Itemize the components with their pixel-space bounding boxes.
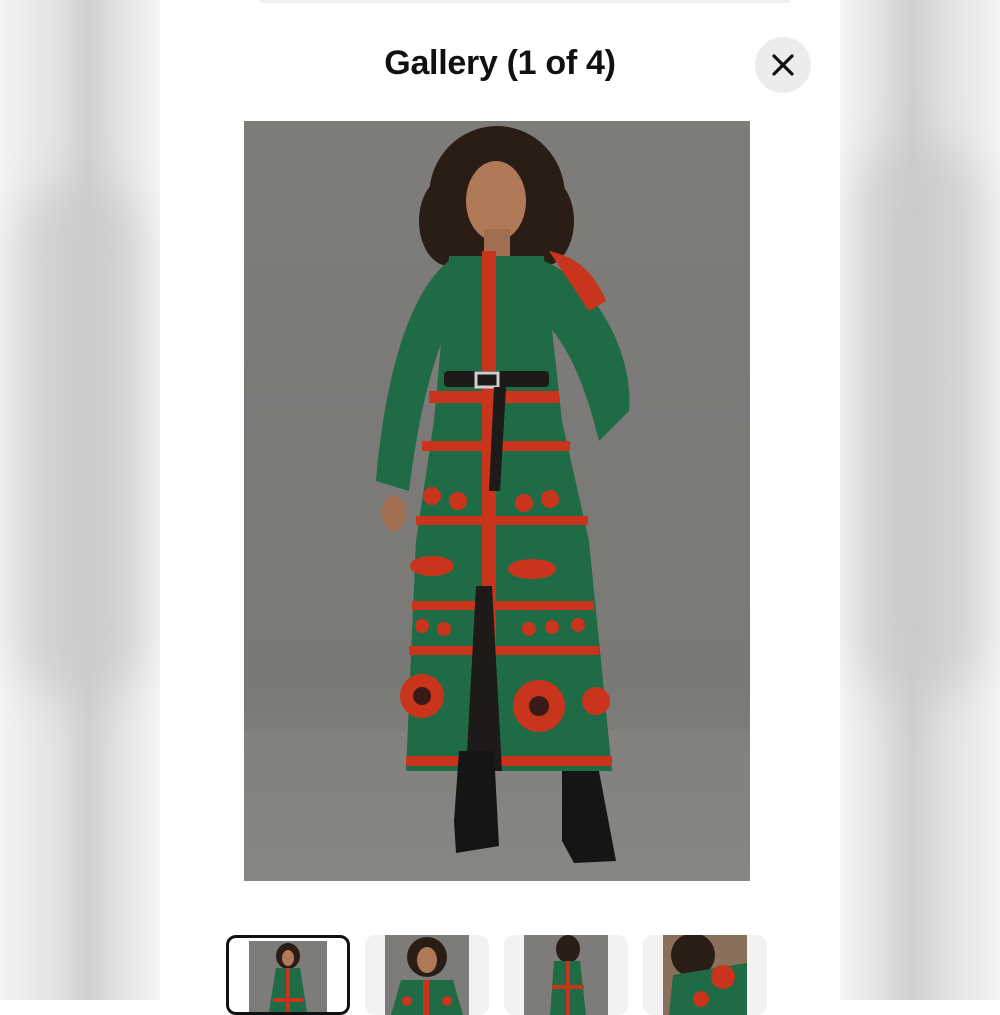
right-backdrop xyxy=(840,0,1000,1000)
thumbnail-2-image xyxy=(385,935,469,1015)
thumbnail-4[interactable] xyxy=(643,935,767,1015)
main-product-image[interactable] xyxy=(244,121,750,881)
thumbnail-1[interactable] xyxy=(226,935,350,1015)
close-button[interactable] xyxy=(755,37,811,93)
thumbnail-4-image xyxy=(663,935,747,1015)
thumbnail-3[interactable] xyxy=(504,935,628,1015)
close-icon xyxy=(772,54,794,76)
thumbnail-2[interactable] xyxy=(365,935,489,1015)
gallery-title: Gallery (1 of 4) xyxy=(384,44,616,82)
top-divider xyxy=(260,0,790,3)
thumbnail-3-image xyxy=(524,935,608,1015)
left-backdrop xyxy=(0,0,160,1000)
thumbnail-1-image xyxy=(249,941,327,1012)
thumbnail-strip xyxy=(226,935,776,1015)
model-photo xyxy=(244,121,750,881)
